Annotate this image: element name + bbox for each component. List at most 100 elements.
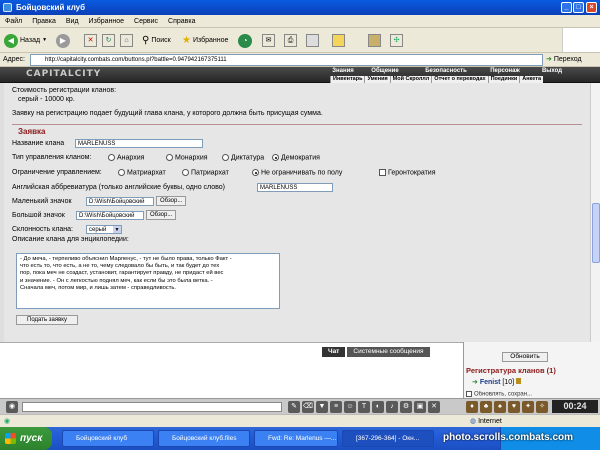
restrict-gerontocracy[interactable]: Геронтократия [379, 169, 436, 176]
back-button[interactable]: ◀ Назад ▼ [4, 32, 47, 49]
menu-help[interactable]: Справка [163, 15, 200, 28]
home-button[interactable]: ⌂ [120, 32, 133, 49]
menu-edit[interactable]: Правка [27, 15, 61, 28]
subnav-inventory[interactable]: Инвентарь [330, 76, 364, 83]
task-email[interactable]: Fwd: Re: Marlenus —... [254, 430, 338, 447]
research-button[interactable] [368, 32, 381, 49]
task-browser-1[interactable]: Бойцовский клуб [62, 430, 154, 447]
abbreviation-input[interactable]: MARLENUSS [257, 183, 333, 192]
big-icon-path-input[interactable]: D:\Wish\Бойцовский [76, 211, 144, 220]
radio-icon [108, 154, 115, 161]
mgmt-anarchy[interactable]: Анархия [108, 154, 144, 161]
action-icon-6[interactable]: ✧ [536, 401, 548, 413]
subnav-profile[interactable]: Анкета [519, 76, 543, 83]
list-icon[interactable]: ≡ [330, 401, 342, 413]
nav-communication[interactable]: Общение [362, 68, 408, 74]
filter-icon[interactable]: ▼ [316, 401, 328, 413]
subnav-scroll[interactable]: Мой Скроллл [389, 76, 432, 83]
history-button[interactable]: ◔ [238, 32, 252, 49]
browser-statusbar: ◉ ◍ Internet [0, 414, 600, 427]
action-icon-5[interactable]: ✦ [522, 401, 534, 413]
mgmt-monarchy[interactable]: Монархия [166, 154, 208, 161]
menu-view[interactable]: Вид [61, 15, 84, 28]
watermark: photo.scrolls.combats.com [443, 432, 574, 443]
subnav-skills[interactable]: Умения [364, 76, 389, 83]
big-icon-browse-button[interactable]: Обзор... [146, 210, 177, 220]
tab-chat[interactable]: Чат [322, 347, 346, 357]
edit-button[interactable] [306, 32, 319, 49]
action-icon-3[interactable]: ♠ [494, 401, 506, 413]
chat-message-input[interactable] [22, 402, 282, 412]
task-chat-window[interactable]: [367-296-364] - Окн... [342, 430, 434, 447]
favorites-button[interactable]: ★ Избранное [182, 32, 228, 49]
minimize-button[interactable]: _ [561, 2, 572, 13]
chat-mode-icon[interactable]: ◉ [6, 401, 18, 413]
menu-file[interactable]: Файл [0, 15, 27, 28]
nav-knowledge[interactable]: Знания [324, 68, 362, 74]
print-button[interactable]: ⎙ [284, 32, 297, 49]
address-input[interactable]: http://capitalcity.combats.com/buttons.p… [30, 54, 543, 66]
edit-icon[interactable]: ✎ [288, 401, 300, 413]
mgmt-democracy[interactable]: Демократия [272, 154, 320, 161]
small-icon-path-input[interactable]: D:\Wish\Бойцовский [86, 197, 154, 206]
task-folder[interactable]: Бойцовский клуб.files [158, 430, 250, 447]
description-textarea[interactable]: - До меча, - терпеливо объяснил Марленус… [16, 253, 280, 309]
search-button[interactable]: ⚲ Поиск [142, 32, 171, 49]
smile-icon[interactable]: ☺ [344, 401, 356, 413]
settings-icon[interactable]: ⚙ [400, 401, 412, 413]
radio-icon [222, 154, 229, 161]
mail-button[interactable]: ✉ [262, 32, 275, 49]
stop-button[interactable]: ✕ [84, 32, 97, 49]
action-icon-4[interactable]: ♥ [508, 401, 520, 413]
alignment-select[interactable]: серый ▼ [86, 225, 122, 234]
small-icon-browse-button[interactable]: Обзор... [156, 196, 187, 206]
refresh-list-button[interactable]: Обновить [502, 352, 548, 362]
action-icon-1[interactable]: ♦ [466, 401, 478, 413]
action-icon-2[interactable]: ♣ [480, 401, 492, 413]
subnav-battles[interactable]: Поединки [487, 76, 520, 83]
page-scrollbar[interactable] [590, 83, 600, 342]
clan-name-input[interactable]: MARLENUSS [75, 139, 203, 148]
player-entry[interactable]: ➜ Fenist [10] [472, 378, 522, 386]
stop-icon: ✕ [84, 34, 97, 47]
tab-system-messages[interactable]: Системные сообщения [347, 347, 430, 357]
page-content: CAPITALCITY Знания Общение Безопасность … [0, 67, 600, 342]
nav-character[interactable]: Персонаж [482, 68, 528, 74]
puzzle-icon: ✣ [390, 34, 403, 47]
menu-tools[interactable]: Сервис [129, 15, 163, 28]
radio-icon [182, 169, 189, 176]
exit-chat-icon[interactable]: ✕ [428, 401, 440, 413]
mgmt-dictatorship[interactable]: Диктатура [222, 154, 264, 161]
back-label: Назад [20, 37, 41, 44]
globe-icon: ◍ [470, 418, 477, 425]
radio-selected-icon [252, 169, 259, 176]
restrict-matriarchy[interactable]: Матриархат [118, 169, 166, 176]
start-button[interactable]: пуск [0, 427, 52, 450]
refresh-button[interactable]: ↻ [102, 32, 115, 49]
subnav-transfers[interactable]: Отчет о переводах [431, 76, 487, 83]
color-icon[interactable]: ◐ [372, 401, 384, 413]
close-button[interactable]: × [586, 2, 597, 13]
go-button[interactable]: ➜ Переход [546, 54, 582, 66]
info-icon[interactable] [516, 378, 522, 384]
restrict-patriarchy[interactable]: Патриархат [182, 169, 229, 176]
nav-security[interactable]: Безопасность [420, 68, 472, 74]
translit-icon[interactable]: T [358, 401, 370, 413]
window-icon[interactable]: ▣ [414, 401, 426, 413]
menu-favorites[interactable]: Избранное [84, 15, 129, 28]
maximize-button[interactable]: □ [573, 2, 584, 13]
registry-footer-text: Обновлять, сохран... [466, 391, 532, 398]
cost-heading: Стоимость регистрации кланов: [12, 87, 117, 94]
sub-navigation: Инвентарь Умения Мой Скроллл Отчет о пер… [330, 76, 544, 83]
scrollbar-thumb[interactable] [592, 203, 600, 263]
clear-icon[interactable]: ⌫ [302, 401, 314, 413]
checkbox-icon[interactable] [466, 391, 472, 397]
forward-button[interactable]: ▶ [56, 32, 70, 49]
player-arrow-icon: ➜ [472, 379, 478, 386]
restrict-none[interactable]: Не ограничивать по полу [252, 169, 342, 176]
speaker-icon[interactable]: ♪ [386, 401, 398, 413]
tools-button[interactable]: ✣ [390, 32, 403, 49]
messenger-button[interactable] [332, 32, 345, 49]
submit-application-button[interactable]: Подать заявку [16, 315, 78, 325]
nav-exit[interactable]: Выход [532, 68, 572, 74]
